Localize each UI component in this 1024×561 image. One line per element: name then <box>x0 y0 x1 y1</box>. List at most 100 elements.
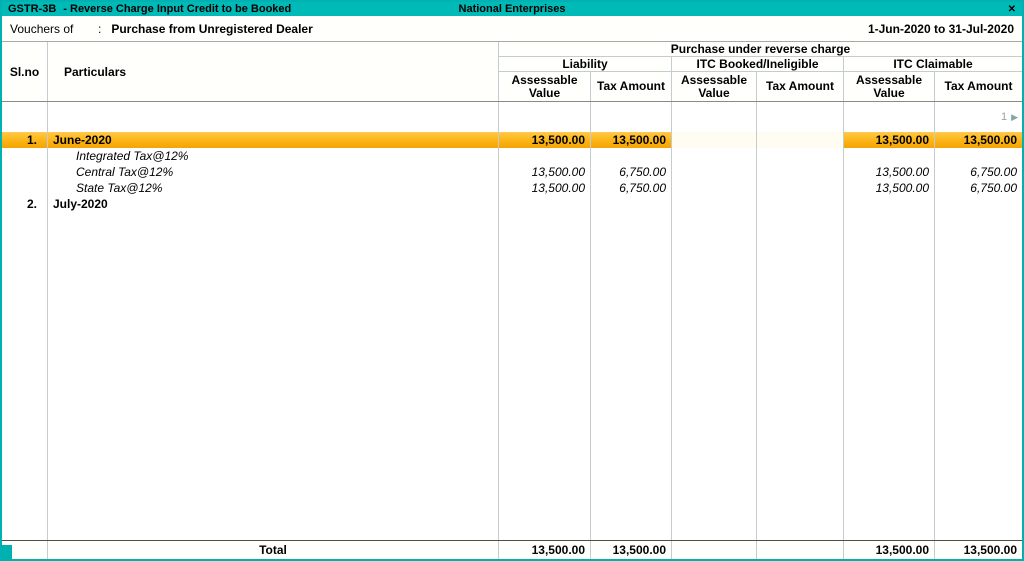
total-itc-booked-tax <box>756 541 843 559</box>
cell-liability-tax: 6,750.00 <box>590 180 671 196</box>
pagination: 1 ▶ <box>934 102 1022 132</box>
empty-cell <box>671 102 756 132</box>
cell-liability-tax <box>590 148 671 164</box>
cell-itc-booked-tax <box>756 164 843 180</box>
cell-itc-claimable-assessable: 13,500.00 <box>843 180 934 196</box>
total-liability-tax: 13,500.00 <box>590 541 671 559</box>
cell-itc-booked-tax <box>756 148 843 164</box>
cell-liability-assessable: 13,500.00 <box>498 180 590 196</box>
cell-liability-tax <box>590 196 671 212</box>
close-icon[interactable]: ✕ <box>1008 4 1016 15</box>
voucher-type-value: Purchase from Unregistered Dealer <box>111 22 312 36</box>
row-particulars: Integrated Tax@12% <box>47 148 498 164</box>
col-header-particulars: Particulars <box>47 42 498 101</box>
cell-itc-claimable-assessable: 13,500.00 <box>843 132 934 148</box>
pagination-strip: 1 ▶ <box>2 102 1022 132</box>
empty-cell <box>756 102 843 132</box>
next-page-icon[interactable]: ▶ <box>1011 112 1018 123</box>
table-row-state-tax[interactable]: State Tax@12% 13,500.00 6,750.00 13,500.… <box>2 180 1022 196</box>
cell-itc-booked-assessable <box>671 132 756 148</box>
cell-liability-assessable <box>498 148 590 164</box>
row-particulars: State Tax@12% <box>47 180 498 196</box>
total-liability-assessable: 13,500.00 <box>498 541 590 559</box>
empty-cell <box>2 212 47 540</box>
vouchers-of-label: Vouchers of <box>10 22 98 36</box>
col-header-liability-tax-amount: Tax Amount <box>590 72 671 101</box>
group-header-itc-booked-ineligible: ITC Booked/Ineligible <box>671 57 843 72</box>
cell-itc-claimable-tax: 6,750.00 <box>934 180 1022 196</box>
cell-itc-claimable-assessable <box>843 196 934 212</box>
report-code: GSTR-3B <box>8 2 56 16</box>
col-header-liability-assessable-value: Assessable Value <box>498 72 590 101</box>
row-slno <box>2 180 47 196</box>
table-row-integrated-tax[interactable]: Integrated Tax@12% <box>2 148 1022 164</box>
empty-cell <box>590 212 671 540</box>
empty-cell <box>756 212 843 540</box>
table-row-central-tax[interactable]: Central Tax@12% 13,500.00 6,750.00 13,50… <box>2 164 1022 180</box>
cell-itc-claimable-tax: 6,750.00 <box>934 164 1022 180</box>
cell-itc-booked-assessable <box>671 180 756 196</box>
cell-liability-tax: 13,500.00 <box>590 132 671 148</box>
col-header-itc-claimable-assessable-value: Assessable Value <box>843 72 934 101</box>
empty-cell <box>843 212 934 540</box>
cell-liability-assessable: 13,500.00 <box>498 132 590 148</box>
title-bar: GSTR-3B - Reverse Charge Input Credit to… <box>2 2 1022 16</box>
empty-cell <box>590 102 671 132</box>
bottom-left-corner-accent <box>2 545 12 559</box>
total-label: Total <box>47 541 498 559</box>
col-header-slno: Sl.no <box>2 42 47 101</box>
table-empty-area <box>2 212 1022 540</box>
cell-liability-assessable: 13,500.00 <box>498 164 590 180</box>
cell-itc-booked-assessable <box>671 164 756 180</box>
empty-cell <box>2 102 47 132</box>
page-number: 1 <box>1001 111 1007 123</box>
cell-itc-booked-assessable <box>671 196 756 212</box>
col-header-itc-booked-tax-amount: Tax Amount <box>756 72 843 101</box>
cell-itc-booked-tax <box>756 132 843 148</box>
empty-cell <box>934 212 1022 540</box>
cell-liability-tax: 6,750.00 <box>590 164 671 180</box>
voucher-subheader: Vouchers of : Purchase from Unregistered… <box>2 16 1022 42</box>
cell-liability-assessable <box>498 196 590 212</box>
empty-cell <box>498 102 590 132</box>
vouchers-of-colon: : <box>98 22 101 36</box>
table-header: Sl.no Particulars Purchase under reverse… <box>2 42 1022 102</box>
total-row: Total 13,500.00 13,500.00 13,500.00 13,5… <box>2 540 1022 559</box>
total-itc-claimable-assessable: 13,500.00 <box>843 541 934 559</box>
total-itc-booked-assessable <box>671 541 756 559</box>
empty-cell <box>498 212 590 540</box>
row-slno: 1. <box>2 132 47 148</box>
col-header-itc-claimable-tax-amount: Tax Amount <box>934 72 1022 101</box>
gstr3b-report-window: GSTR-3B - Reverse Charge Input Credit to… <box>0 0 1024 561</box>
report-title: GSTR-3B - Reverse Charge Input Credit to… <box>2 2 459 16</box>
table-row-july-2020[interactable]: 2. July-2020 <box>2 196 1022 212</box>
total-itc-claimable-tax: 13,500.00 <box>934 541 1022 559</box>
cell-itc-claimable-tax <box>934 196 1022 212</box>
empty-cell <box>47 212 498 540</box>
row-slno <box>2 148 47 164</box>
cell-itc-claimable-assessable <box>843 148 934 164</box>
cell-itc-booked-tax <box>756 180 843 196</box>
row-particulars: July-2020 <box>47 196 498 212</box>
row-slno <box>2 164 47 180</box>
cell-itc-booked-assessable <box>671 148 756 164</box>
cell-itc-claimable-assessable: 13,500.00 <box>843 164 934 180</box>
title-bar-right: ✕ <box>566 2 1023 17</box>
group-header-itc-claimable: ITC Claimable <box>843 57 1022 72</box>
table-row-june-2020[interactable]: 1. June-2020 13,500.00 13,500.00 13,500.… <box>2 132 1022 148</box>
cell-itc-claimable-tax: 13,500.00 <box>934 132 1022 148</box>
row-slno: 2. <box>2 196 47 212</box>
report-name: - Reverse Charge Input Credit to be Book… <box>63 2 291 16</box>
cell-itc-booked-tax <box>756 196 843 212</box>
empty-cell <box>47 102 498 132</box>
row-particulars: June-2020 <box>47 132 498 148</box>
empty-cell <box>671 212 756 540</box>
group-header-liability: Liability <box>498 57 671 72</box>
cell-itc-claimable-tax <box>934 148 1022 164</box>
company-name: National Enterprises <box>459 2 566 16</box>
group-header-purchase-reverse-charge: Purchase under reverse charge <box>498 42 1022 57</box>
empty-cell <box>843 102 934 132</box>
col-header-itc-booked-assessable-value: Assessable Value <box>671 72 756 101</box>
row-particulars: Central Tax@12% <box>47 164 498 180</box>
report-period: 1-Jun-2020 to 31-Jul-2020 <box>868 22 1014 36</box>
